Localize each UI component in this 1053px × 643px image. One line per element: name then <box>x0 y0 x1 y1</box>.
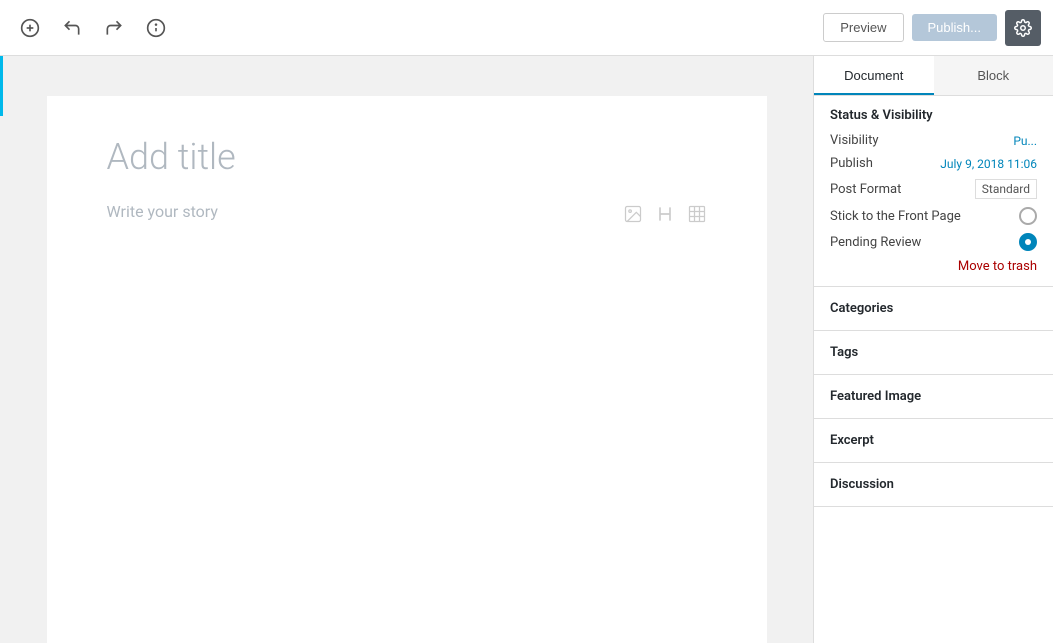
featured-image-section[interactable]: Featured Image <box>814 375 1053 419</box>
tags-section[interactable]: Tags <box>814 331 1053 375</box>
featured-image-title: Featured Image <box>830 389 921 404</box>
editor-area: Add title Write your story <box>0 56 813 643</box>
discussion-section[interactable]: Discussion <box>814 463 1053 507</box>
preview-button[interactable]: Preview <box>823 13 903 42</box>
title-placeholder[interactable]: Add title <box>107 136 707 178</box>
categories-title: Categories <box>830 301 893 316</box>
publish-row: Publish July 9, 2018 11:06 <box>830 156 1037 171</box>
stick-toggle[interactable] <box>1019 207 1037 225</box>
undo-button[interactable] <box>54 10 90 46</box>
post-format-value[interactable]: Standard <box>975 179 1037 199</box>
redo-button[interactable] <box>96 10 132 46</box>
pending-review-row: Pending Review <box>830 233 1037 251</box>
post-format-label: Post Format <box>830 182 901 197</box>
toolbar: Preview Publish... <box>0 0 1053 56</box>
visibility-label: Visibility <box>830 133 879 148</box>
visibility-row: Visibility Pu... <box>830 133 1037 148</box>
tab-document[interactable]: Document <box>814 56 934 95</box>
sidebar-tabs: Document Block <box>814 56 1053 96</box>
table-icon[interactable] <box>687 204 707 228</box>
pending-review-label: Pending Review <box>830 235 921 250</box>
editor-icon-group <box>623 204 707 228</box>
excerpt-section[interactable]: Excerpt <box>814 419 1053 463</box>
stick-row: Stick to the Front Page <box>830 207 1037 225</box>
toolbar-right: Preview Publish... <box>823 10 1041 46</box>
heading-icon[interactable] <box>655 204 675 228</box>
visibility-value[interactable]: Pu... <box>1013 134 1037 148</box>
body-placeholder[interactable]: Write your story <box>107 202 603 221</box>
move-to-trash-container: Move to trash <box>830 259 1037 274</box>
excerpt-title: Excerpt <box>830 433 874 448</box>
toolbar-left <box>12 10 823 46</box>
editor-content: Add title Write your story <box>47 96 767 643</box>
tab-block[interactable]: Block <box>934 56 1053 95</box>
discussion-title: Discussion <box>830 477 894 492</box>
left-indicator <box>0 56 3 116</box>
main-layout: Add title Write your story <box>0 56 1053 643</box>
info-button[interactable] <box>138 10 174 46</box>
settings-button[interactable] <box>1005 10 1041 46</box>
stick-label: Stick to the Front Page <box>830 209 961 224</box>
publish-value[interactable]: July 9, 2018 11:06 <box>940 157 1037 171</box>
editor-body: Write your story <box>107 202 707 228</box>
status-visibility-title: Status & Visibility <box>830 108 1037 123</box>
pending-review-toggle[interactable] <box>1019 233 1037 251</box>
sidebar: Document Block Status & Visibility Visib… <box>813 56 1053 643</box>
categories-section[interactable]: Categories <box>814 287 1053 331</box>
post-format-row: Post Format Standard <box>830 179 1037 199</box>
add-button[interactable] <box>12 10 48 46</box>
image-icon[interactable] <box>623 204 643 228</box>
status-visibility-section: Status & Visibility Visibility Pu... Pub… <box>814 96 1053 287</box>
publish-button[interactable]: Publish... <box>912 14 997 41</box>
publish-label: Publish <box>830 156 873 171</box>
tags-title: Tags <box>830 345 858 360</box>
move-to-trash-link[interactable]: Move to trash <box>958 259 1037 274</box>
